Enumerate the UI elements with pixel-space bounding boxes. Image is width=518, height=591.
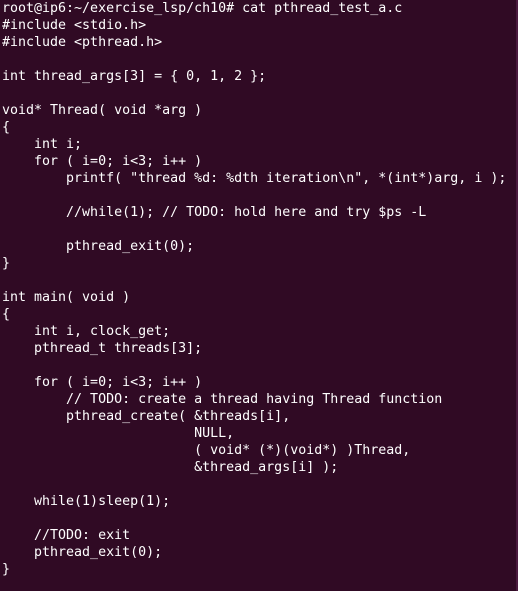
code-line: #include <stdio.h> [2, 18, 147, 33]
code-line: &thread_args[i] ); [2, 460, 339, 475]
code-line: //TODO: exit [2, 528, 131, 543]
code-line: int i, clock_get; [2, 324, 171, 339]
code-line: } [2, 562, 11, 577]
code-line: int main( void ) [2, 290, 131, 305]
code-line: { [2, 307, 11, 322]
code-line: // TODO: create a thread having Thread f… [2, 392, 443, 407]
prompt-line: root@ip6:~/exercise_lsp/ch10# cat pthrea… [2, 1, 403, 16]
code-line: pthread_create( &threads[i], [2, 409, 291, 424]
code-line: pthread_t threads[3]; [2, 341, 203, 356]
code-line: #include <pthread.h> [2, 35, 163, 50]
code-line: //while(1); // TODO: hold here and try $… [2, 205, 427, 220]
code-line: while(1)sleep(1); [2, 494, 171, 509]
code-line: { [2, 120, 11, 135]
terminal-window[interactable]: root@ip6:~/exercise_lsp/ch10# cat pthrea… [0, 0, 518, 591]
code-line: int i; [2, 137, 83, 152]
code-line: for ( i=0; i<3; i++ ) [2, 375, 203, 390]
code-line: printf( "thread %d: %dth iteration\n", *… [2, 171, 507, 186]
code-line: void* Thread( void *arg ) [2, 103, 203, 118]
code-line: for ( i=0; i<3; i++ ) [2, 154, 203, 169]
code-line: int thread_args[3] = { 0, 1, 2 }; [2, 69, 267, 84]
code-line: pthread_exit(0); [2, 239, 195, 254]
code-line: NULL, [2, 426, 235, 441]
code-line: pthread_exit(0); [2, 545, 163, 560]
code-line: ( void* (*)(void*) )Thread, [2, 443, 411, 458]
code-line: } [2, 256, 11, 271]
